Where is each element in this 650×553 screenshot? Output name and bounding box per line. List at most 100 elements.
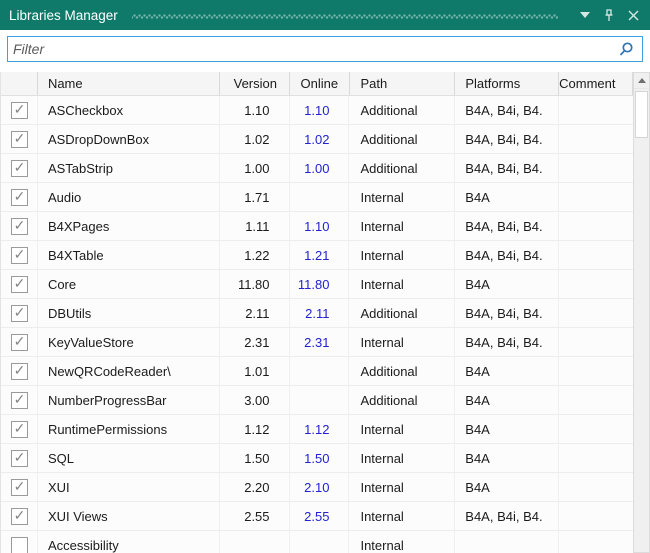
row-checkbox[interactable]: ✓ <box>11 131 28 148</box>
row-checkbox[interactable]: ✓ <box>11 189 28 206</box>
table-row[interactable]: ✓ XUI Views 2.55 2.55 Internal B4A, B4i,… <box>1 502 633 531</box>
header-comment[interactable]: Comment <box>559 72 633 95</box>
header-checkbox-col[interactable] <box>1 72 38 95</box>
cell-platforms: B4A <box>455 357 559 385</box>
table-row[interactable]: ✓ ASDropDownBox 1.02 1.02 Additional B4A… <box>1 125 633 154</box>
cell-online-link[interactable]: 2.31 <box>290 328 350 356</box>
row-checkbox[interactable]: ✓ <box>11 305 28 322</box>
table-row[interactable]: ✓ SQL 1.50 1.50 Internal B4A <box>1 444 633 473</box>
cell-online-link[interactable]: 1.50 <box>290 444 350 472</box>
cell-version: 1.00 <box>220 154 290 182</box>
libraries-manager-panel: Libraries Manager <box>0 0 650 553</box>
row-checkbox[interactable] <box>11 537 28 553</box>
header-name[interactable]: Name <box>38 72 220 95</box>
cell-path: Additional <box>349 96 455 124</box>
row-checkbox[interactable]: ✓ <box>11 102 28 119</box>
row-checkbox[interactable]: ✓ <box>11 218 28 235</box>
row-checkbox[interactable]: ✓ <box>11 363 28 380</box>
table-row[interactable]: ✓ Core 11.80 11.80 Internal B4A <box>1 270 633 299</box>
cell-comment <box>559 154 633 182</box>
cell-online-link[interactable]: 2.10 <box>290 473 350 501</box>
titlebar[interactable]: Libraries Manager <box>0 0 650 30</box>
table-row[interactable]: ✓ KeyValueStore 2.31 2.31 Internal B4A, … <box>1 328 633 357</box>
cell-path: Internal <box>349 270 455 298</box>
filter-input[interactable] <box>8 37 642 61</box>
header-platforms[interactable]: Platforms <box>455 72 559 95</box>
cell-name: SQL <box>38 444 220 472</box>
pin-icon[interactable] <box>600 6 618 24</box>
table-row[interactable]: ✓ NumberProgressBar 3.00 Additional B4A <box>1 386 633 415</box>
table-row[interactable]: ✓ B4XTable 1.22 1.21 Internal B4A, B4i, … <box>1 241 633 270</box>
cell-comment <box>559 96 633 124</box>
cell-online-link[interactable]: 1.00 <box>290 154 350 182</box>
cell-online-link[interactable] <box>290 183 350 211</box>
cell-name: NumberProgressBar <box>38 386 220 414</box>
row-checkbox[interactable]: ✓ <box>11 421 28 438</box>
row-checkbox[interactable]: ✓ <box>11 479 28 496</box>
scrollbar-thumb[interactable] <box>635 91 648 138</box>
cell-online-link[interactable]: 1.02 <box>290 125 350 153</box>
cell-version: 11.80 <box>220 270 290 298</box>
drag-grip[interactable] <box>132 12 558 21</box>
table-row[interactable]: ✓ Audio 1.71 Internal B4A <box>1 183 633 212</box>
close-icon[interactable] <box>624 6 642 24</box>
table-row[interactable]: ✓ RuntimePermissions 1.12 1.12 Internal … <box>1 415 633 444</box>
cell-comment <box>559 270 633 298</box>
header-version[interactable]: Version <box>220 72 290 95</box>
header-path[interactable]: Path <box>350 72 456 95</box>
cell-platforms: B4A <box>455 270 559 298</box>
cell-name: ASCheckbox <box>38 96 220 124</box>
cell-comment <box>559 473 633 501</box>
cell-name: NewQRCodeReader\ <box>38 357 220 385</box>
cell-online-link[interactable]: 1.12 <box>290 415 350 443</box>
cell-comment <box>559 357 633 385</box>
row-checkbox[interactable]: ✓ <box>11 276 28 293</box>
cell-online-link[interactable]: 2.11 <box>290 299 350 327</box>
cell-comment <box>559 212 633 240</box>
cell-online-link[interactable]: 1.10 <box>290 212 350 240</box>
row-checkbox[interactable]: ✓ <box>11 508 28 525</box>
search-icon[interactable] <box>618 41 635 63</box>
table-row[interactable]: ✓ XUI 2.20 2.10 Internal B4A <box>1 473 633 502</box>
cell-online-link[interactable] <box>290 357 350 385</box>
cell-platforms: B4A <box>455 183 559 211</box>
cell-version: 1.12 <box>220 415 290 443</box>
cell-name: DBUtils <box>38 299 220 327</box>
header-online[interactable]: Online <box>290 72 350 95</box>
cell-online-link[interactable] <box>290 386 350 414</box>
cell-version: 1.10 <box>220 96 290 124</box>
cell-path: Additional <box>349 125 455 153</box>
chevron-down-icon[interactable] <box>576 6 594 24</box>
cell-platforms: B4A <box>455 415 559 443</box>
table-row[interactable]: ✓ ASCheckbox 1.10 1.10 Additional B4A, B… <box>1 96 633 125</box>
table-row[interactable]: Accessibility Internal <box>1 531 633 553</box>
cell-name: KeyValueStore <box>38 328 220 356</box>
cell-path: Internal <box>349 502 455 530</box>
cell-online-link[interactable]: 1.10 <box>290 96 350 124</box>
cell-path: Additional <box>349 357 455 385</box>
scroll-up-icon[interactable] <box>634 73 649 89</box>
filter-area <box>0 30 650 72</box>
cell-version <box>220 531 290 553</box>
cell-path: Internal <box>349 241 455 269</box>
vertical-scrollbar[interactable] <box>633 72 650 553</box>
cell-online-link[interactable]: 11.80 <box>290 270 350 298</box>
row-checkbox[interactable]: ✓ <box>11 247 28 264</box>
table-row[interactable]: ✓ ASTabStrip 1.00 1.00 Additional B4A, B… <box>1 154 633 183</box>
row-checkbox[interactable]: ✓ <box>11 450 28 467</box>
cell-comment <box>559 386 633 414</box>
table-row[interactable]: ✓ DBUtils 2.11 2.11 Additional B4A, B4i,… <box>1 299 633 328</box>
cell-online-link[interactable]: 1.21 <box>290 241 350 269</box>
table-row[interactable]: ✓ B4XPages 1.11 1.10 Internal B4A, B4i, … <box>1 212 633 241</box>
cell-version: 2.31 <box>220 328 290 356</box>
cell-online-link[interactable]: 2.55 <box>290 502 350 530</box>
cell-version: 1.50 <box>220 444 290 472</box>
row-checkbox[interactable]: ✓ <box>11 160 28 177</box>
cell-version: 1.11 <box>220 212 290 240</box>
libraries-table: Name Version Online Path Platforms Comme… <box>0 72 633 553</box>
row-checkbox[interactable]: ✓ <box>11 334 28 351</box>
table-row[interactable]: ✓ NewQRCodeReader\ 1.01 Additional B4A <box>1 357 633 386</box>
cell-online-link[interactable] <box>290 531 350 553</box>
row-checkbox[interactable]: ✓ <box>11 392 28 409</box>
cell-path: Internal <box>349 212 455 240</box>
